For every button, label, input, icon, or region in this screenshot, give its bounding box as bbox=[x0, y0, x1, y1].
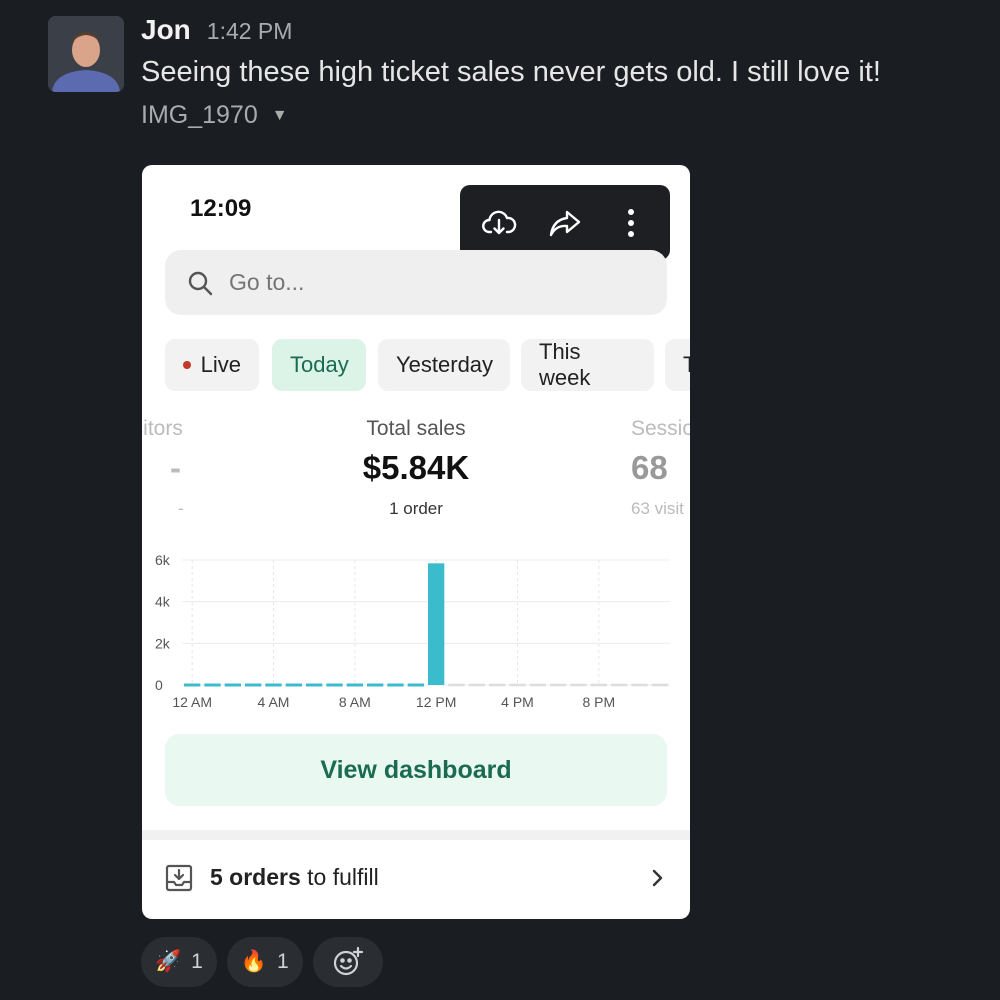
x-tick-label: 4 AM bbox=[258, 694, 290, 710]
user-avatar[interactable] bbox=[48, 16, 124, 92]
filter-partial[interactable]: T bbox=[665, 339, 690, 391]
image-toolbar bbox=[460, 185, 670, 260]
y-tick-label: 0 bbox=[155, 677, 163, 693]
metric-value: - bbox=[170, 449, 181, 486]
x-tick-label: 8 AM bbox=[339, 694, 371, 710]
attached-image[interactable]: 12:09 Live Today Yester bbox=[142, 165, 690, 919]
rocket-icon: 🚀 bbox=[155, 950, 182, 973]
filter-yesterday[interactable]: Yesterday bbox=[378, 339, 510, 391]
section-divider bbox=[142, 830, 690, 840]
filter-label: Today bbox=[290, 352, 349, 377]
x-tick-label: 12 PM bbox=[416, 694, 456, 710]
y-tick-label: 2k bbox=[155, 635, 171, 651]
bar bbox=[428, 563, 445, 685]
chevron-down-icon[interactable]: ▼ bbox=[272, 107, 288, 125]
message-text: Seeing these high ticket sales never get… bbox=[141, 56, 881, 88]
filter-label: Yesterday bbox=[396, 352, 494, 377]
filter-label: T bbox=[683, 352, 690, 377]
filter-today[interactable]: Today bbox=[272, 339, 366, 391]
search-icon bbox=[188, 271, 213, 295]
attachment-name: IMG_1970 bbox=[141, 101, 258, 129]
x-tick-label: 12 AM bbox=[172, 694, 212, 710]
fulfill-suffix: to fulfill bbox=[307, 864, 379, 890]
add-reaction-button[interactable] bbox=[312, 937, 383, 987]
metric-value: 68 bbox=[631, 449, 668, 486]
message: Jon 1:42 PM Seeing these high ticket sal… bbox=[141, 14, 980, 130]
y-tick-label: 4k bbox=[155, 594, 171, 610]
attachment-header[interactable]: IMG_1970 ▼ bbox=[141, 101, 980, 130]
view-dashboard-button[interactable]: View dashboard bbox=[165, 734, 667, 806]
filter-label: Live bbox=[200, 352, 241, 377]
goto-search[interactable] bbox=[165, 250, 667, 315]
metric-label: isitors bbox=[142, 417, 183, 440]
filter-live[interactable]: Live bbox=[165, 339, 259, 391]
message-time[interactable]: 1:42 PM bbox=[207, 18, 293, 45]
x-tick-label: 8 PM bbox=[582, 694, 615, 710]
add-emoji-icon bbox=[333, 946, 363, 976]
orders-to-fulfill-row[interactable]: 5 orders to fulfill bbox=[142, 840, 690, 915]
avatar-image bbox=[48, 16, 124, 92]
filter-label: This week bbox=[539, 339, 591, 390]
metric-sub: - bbox=[178, 499, 184, 518]
metric-sub: 1 order bbox=[389, 499, 443, 518]
metric-visitors[interactable]: isitors - - bbox=[142, 417, 248, 519]
metric-label: Sessio bbox=[631, 417, 690, 440]
metric-value: $5.84K bbox=[362, 449, 470, 486]
reaction-fire[interactable]: 🔥 1 bbox=[226, 937, 303, 987]
reaction-rocket[interactable]: 🚀 1 bbox=[141, 937, 217, 987]
x-tick-label: 4 PM bbox=[501, 694, 534, 710]
y-tick-label: 6k bbox=[155, 552, 171, 568]
metric-sessions[interactable]: Sessio 68 63 visit bbox=[631, 417, 690, 519]
metric-sub: 63 visit bbox=[631, 499, 684, 518]
reactions-bar: 🚀 1 🔥 1 bbox=[141, 937, 383, 987]
fulfill-text: 5 orders to fulfill bbox=[210, 864, 630, 891]
filter-this-week[interactable]: This week bbox=[521, 339, 654, 391]
reaction-count: 1 bbox=[277, 950, 289, 973]
fire-icon: 🔥 bbox=[240, 950, 267, 973]
live-dot-icon bbox=[183, 361, 191, 369]
chevron-right-icon[interactable] bbox=[646, 867, 668, 889]
metric-label: Total sales bbox=[366, 417, 466, 440]
metric-total-sales[interactable]: Total sales $5.84K 1 order bbox=[316, 417, 516, 519]
share-icon[interactable] bbox=[541, 199, 589, 247]
author-name[interactable]: Jon bbox=[141, 14, 191, 46]
more-vertical-icon[interactable] bbox=[607, 199, 655, 247]
fulfill-count: 5 orders bbox=[210, 864, 301, 890]
status-time: 12:09 bbox=[190, 195, 252, 222]
cloud-download-icon[interactable] bbox=[475, 199, 523, 247]
sales-chart: 6k 4k 2k 0 12 AM 4 AM 8 AM 12 PM 4 PM 8 PM bbox=[155, 552, 670, 710]
search-input[interactable] bbox=[227, 268, 611, 297]
reaction-count: 1 bbox=[191, 950, 203, 973]
inbox-download-icon bbox=[165, 864, 193, 891]
